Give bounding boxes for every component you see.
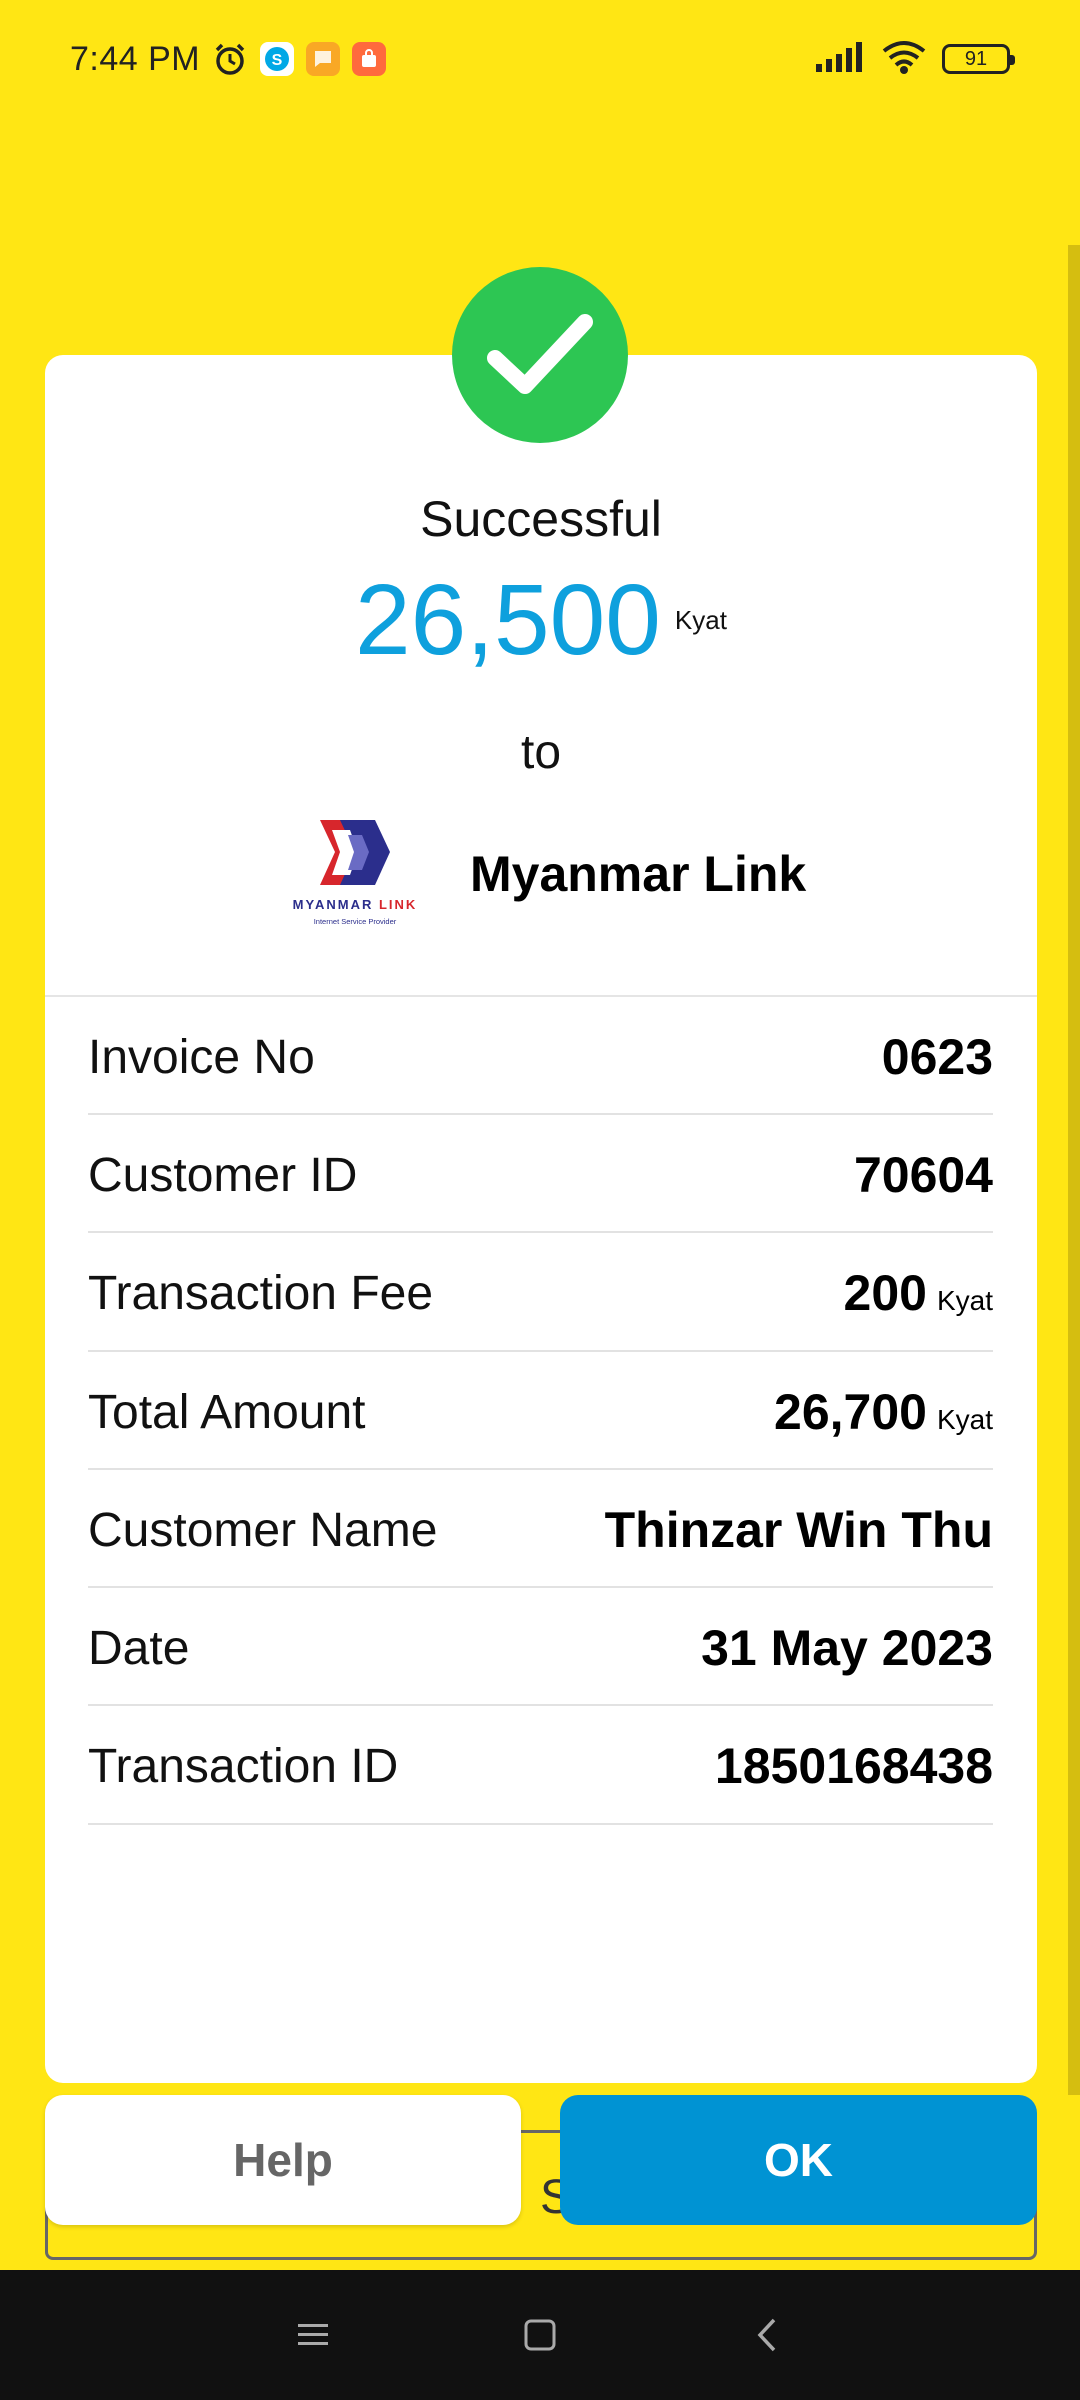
ok-button[interactable]: OK xyxy=(560,2095,1037,2225)
merchant-name: Myanmar Link xyxy=(470,846,807,902)
detail-row-date: Date 31 May 2023 xyxy=(88,1588,993,1707)
detail-row-invoice: Invoice No 0623 xyxy=(88,997,993,1116)
detail-unit: Kyat xyxy=(936,1285,993,1317)
help-button[interactable]: Help xyxy=(45,2095,521,2225)
detail-label: Invoice No xyxy=(88,1031,315,1084)
details-table: Invoice No 0623 Customer ID 70604 Transa… xyxy=(88,997,993,1825)
detail-row-customer-name: Customer Name Thinzar Win Thu xyxy=(88,1470,993,1589)
detail-value-with-unit: 26,700 Kyat xyxy=(774,1380,993,1445)
wifi-icon xyxy=(880,39,928,80)
status-title: Successful xyxy=(420,491,662,547)
signal-icon xyxy=(814,40,866,79)
amount-row: 26,500 Kyat xyxy=(45,565,1037,675)
myanmar-link-logo: MYANMAR LINK Internet Service Provider xyxy=(290,815,420,933)
menu-icon[interactable] xyxy=(283,2305,343,2365)
status-time: 7:44 PM xyxy=(70,39,201,78)
back-icon[interactable] xyxy=(737,2305,797,2365)
detail-label: Transaction ID xyxy=(88,1740,399,1794)
status-bar-left: 7:44 PM S xyxy=(70,39,387,79)
detail-label: Date xyxy=(88,1622,190,1676)
shop-icon xyxy=(352,42,387,76)
svg-text:Internet Service Provider: Internet Service Provider xyxy=(314,917,397,926)
skype-icon: S xyxy=(260,42,295,76)
detail-unit: Kyat xyxy=(936,1403,993,1435)
battery-icon: 91 xyxy=(942,44,1015,74)
detail-value: 31 May 2023 xyxy=(701,1620,993,1677)
svg-text:MYANMAR LINK: MYANMAR LINK xyxy=(293,897,418,912)
detail-value: Thinzar Win Thu xyxy=(604,1501,993,1558)
detail-label: Total Amount xyxy=(88,1385,366,1439)
to-label: to xyxy=(520,726,562,779)
svg-text:S: S xyxy=(272,52,283,69)
home-icon[interactable] xyxy=(510,2305,570,2365)
status-bar: 7:44 PM S 91 xyxy=(0,0,1080,118)
success-check-icon xyxy=(452,267,628,443)
amount-value: 26,500 xyxy=(355,564,661,676)
detail-value: 200 xyxy=(843,1265,927,1322)
detail-row-customer-id: Customer ID 70604 xyxy=(88,1115,993,1234)
scrollbar[interactable] xyxy=(1068,245,1080,2095)
detail-value: 0623 xyxy=(881,1029,993,1085)
detail-row-total-amount: Total Amount 26,700 Kyat xyxy=(88,1352,993,1470)
alarm-icon xyxy=(212,41,248,77)
detail-label: Customer ID xyxy=(88,1149,358,1203)
detail-value: 70604 xyxy=(853,1147,993,1204)
messages-icon xyxy=(306,42,341,76)
detail-row-transaction-fee: Transaction Fee 200 Kyat xyxy=(88,1233,993,1352)
battery-level: 91 xyxy=(964,47,988,70)
merchant: MYANMAR LINK Internet Service Provider M… xyxy=(290,815,806,933)
detail-label: Transaction Fee xyxy=(88,1267,434,1321)
amount-currency: Kyat xyxy=(674,605,727,635)
navigation-bar xyxy=(0,2270,1080,2400)
detail-value: 26,700 xyxy=(774,1383,927,1440)
detail-value-with-unit: 200 Kyat xyxy=(844,1261,993,1326)
detail-label: Customer Name xyxy=(88,1503,438,1557)
detail-value: 1850168438 xyxy=(714,1738,993,1795)
status-bar-right: 91 xyxy=(814,39,1015,80)
detail-row-transaction-id: Transaction ID 1850168438 xyxy=(88,1706,993,1825)
